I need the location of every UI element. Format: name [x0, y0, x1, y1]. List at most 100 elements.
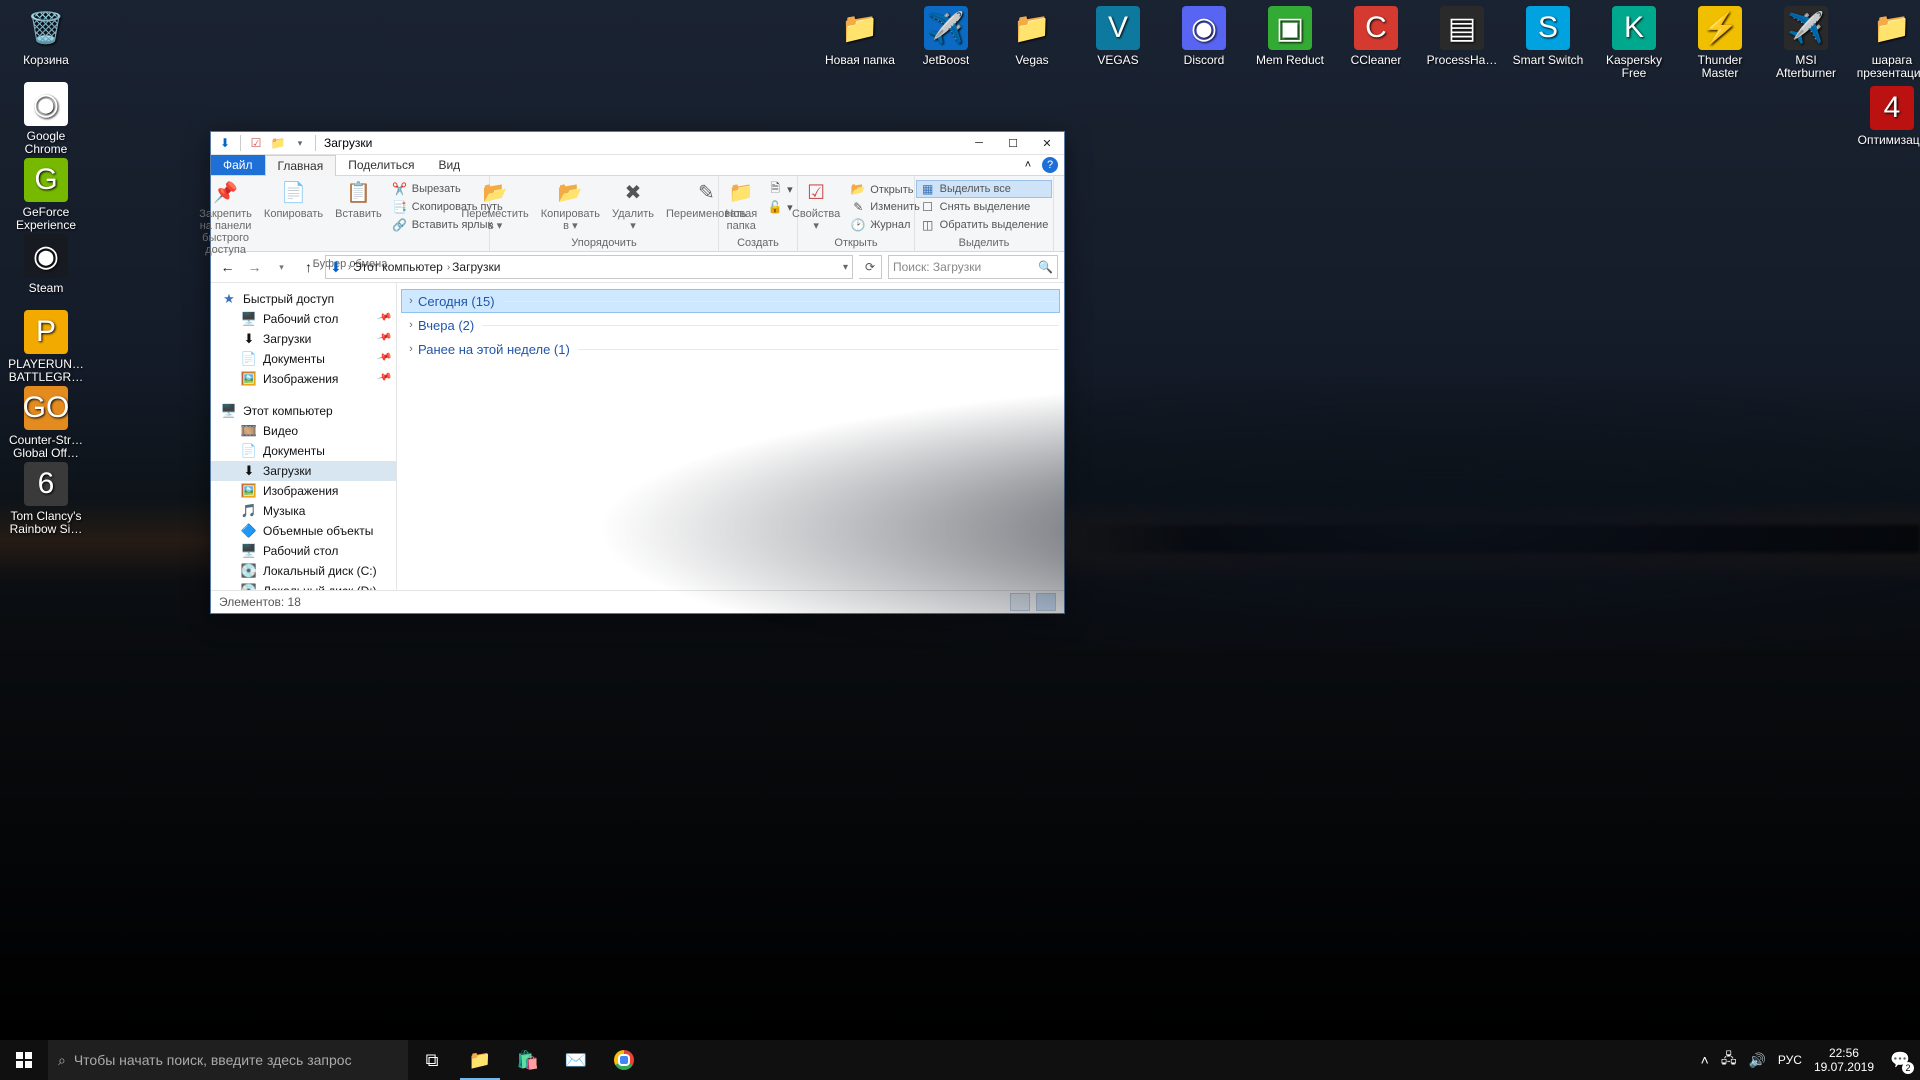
desktop-icon[interactable]: 4Оптимизаци: [1854, 86, 1920, 147]
taskbar-chrome-button[interactable]: [600, 1040, 648, 1080]
nav-item[interactable]: 💽Локальный диск (D:): [211, 581, 396, 590]
nav-forward-button[interactable]: →: [244, 257, 265, 278]
chevron-right-icon[interactable]: ›: [404, 295, 418, 307]
delete-button[interactable]: ✖Удалить ▾: [606, 178, 660, 234]
nav-item-label: Изображения: [263, 484, 338, 498]
move-to-button[interactable]: 📂Переместить в ▾: [455, 178, 534, 234]
pin-icon: 📌: [376, 330, 392, 346]
minimize-button[interactable]: ─: [962, 132, 996, 154]
help-icon[interactable]: ?: [1042, 157, 1058, 173]
tray-overflow-icon[interactable]: ˄: [1701, 1052, 1709, 1068]
crumb-this-pc[interactable]: Этот компьютер›: [353, 260, 450, 274]
notification-center-button[interactable]: 💬2: [1880, 1040, 1920, 1080]
copy-to-button[interactable]: 📂Копировать в ▾: [535, 178, 606, 234]
rename-icon: ✎: [691, 180, 721, 206]
navigation-pane[interactable]: ★ Быстрый доступ 🖥️Рабочий стол📌⬇Загрузк…: [211, 283, 397, 590]
nav-item[interactable]: 📄Документы📌: [211, 349, 396, 369]
tab-share[interactable]: Поделиться: [336, 155, 426, 175]
clock-time: 22:56: [1814, 1046, 1874, 1060]
system-tray[interactable]: ˄ 🖧 🔊 РУС 22:56 19.07.2019: [1701, 1040, 1880, 1080]
ribbon: 📌 Закрепить на панели быстрого доступа 📄…: [211, 176, 1064, 252]
tab-file[interactable]: Файл: [211, 155, 265, 175]
select-none-button[interactable]: ☐Снять выделение: [916, 198, 1053, 216]
tab-main[interactable]: Главная: [265, 155, 337, 176]
copy-path-icon: 📑: [392, 199, 408, 215]
content-group-header[interactable]: ›Сегодня (15): [401, 289, 1060, 313]
nav-this-pc[interactable]: 🖥️ Этот компьютер: [211, 401, 396, 421]
content-group-header[interactable]: ›Вчера (2): [401, 313, 1060, 337]
copy-button[interactable]: 📄 Копировать: [258, 178, 329, 222]
paste-button[interactable]: 📋 Вставить: [329, 178, 388, 222]
content-pane[interactable]: ›Сегодня (15)›Вчера (2)›Ранее на этой не…: [397, 283, 1064, 590]
shortcut-icon: 🔗: [392, 217, 408, 233]
chevron-right-icon[interactable]: ›: [404, 319, 418, 331]
taskbar-explorer-button[interactable]: 📁: [456, 1040, 504, 1080]
down-arrow-icon[interactable]: ⬇: [214, 132, 236, 154]
close-button[interactable]: ✕: [1030, 132, 1064, 154]
titlebar[interactable]: ⬇ ☑ 📁 ▾ Загрузки ─ ☐ ✕: [211, 132, 1064, 155]
nav-up-button[interactable]: ↑: [298, 257, 319, 278]
tray-volume-icon[interactable]: 🔊: [1748, 1052, 1765, 1069]
taskbar-store-button[interactable]: 🛍️: [504, 1040, 552, 1080]
nav-item-label: Загрузки: [263, 464, 311, 478]
tray-clock[interactable]: 22:56 19.07.2019: [1814, 1046, 1874, 1074]
nav-item-icon: 💽: [241, 563, 257, 579]
view-details-button[interactable]: [1010, 593, 1030, 611]
properties-icon: ☑: [801, 180, 831, 206]
taskbar-mail-button[interactable]: ✉️: [552, 1040, 600, 1080]
qa-folder-icon[interactable]: 📁: [267, 132, 289, 154]
nav-item-label: Локальный диск (C:): [263, 564, 377, 578]
nav-item-label: Видео: [263, 424, 298, 438]
group-label: Вчера (2): [418, 318, 474, 333]
select-none-icon: ☐: [920, 199, 936, 215]
address-dropdown-icon[interactable]: ▾: [843, 262, 848, 273]
desktop-icon-label: Оптимизаци: [1858, 134, 1920, 147]
crumb-downloads[interactable]: Загрузки: [452, 260, 500, 274]
task-view-button[interactable]: ⧉: [408, 1040, 456, 1080]
qa-dropdown-icon[interactable]: ▾: [289, 132, 311, 154]
qa-properties-icon[interactable]: ☑: [245, 132, 267, 154]
ribbon-collapse-icon[interactable]: ˄: [1020, 157, 1036, 173]
nav-item[interactable]: 🔷Объемные объекты: [211, 521, 396, 541]
tab-view[interactable]: Вид: [426, 155, 472, 175]
new-folder-button[interactable]: 📁Новая папка: [719, 178, 763, 234]
desktop-icon[interactable]: 6Tom Clancy's Rainbow Si…: [8, 462, 84, 536]
maximize-button[interactable]: ☐: [996, 132, 1030, 154]
desktop-icon-label: Counter-Str… Global Off…: [8, 434, 84, 460]
nav-item[interactable]: 💽 Локальный диск (C:): [211, 561, 396, 581]
start-button[interactable]: [0, 1040, 48, 1080]
nav-item[interactable]: 🖼️Изображения: [211, 481, 396, 501]
nav-quick-access[interactable]: ★ Быстрый доступ: [211, 289, 396, 309]
star-icon: ★: [221, 291, 237, 307]
taskbar: ⌕ Чтобы начать поиск, введите здесь запр…: [0, 1040, 1920, 1080]
address-bar[interactable]: ⬇ › Этот компьютер› Загрузки ▾: [325, 255, 853, 279]
search-input[interactable]: Поиск: Загрузки 🔍: [888, 255, 1058, 279]
desktop-icon[interactable]: GO Counter-Str… Global Off…: [8, 386, 84, 460]
nav-item[interactable]: ⬇Загрузки: [211, 461, 396, 481]
taskbar-search-input[interactable]: ⌕ Чтобы начать поиск, введите здесь запр…: [48, 1040, 408, 1080]
content-group-header[interactable]: ›Ранее на этой неделе (1): [401, 337, 1060, 361]
refresh-button[interactable]: ⟳: [859, 255, 882, 279]
delete-icon: ✖: [618, 180, 648, 206]
chevron-right-icon[interactable]: ›: [404, 343, 418, 355]
nav-item[interactable]: ⬇Загрузки📌: [211, 329, 396, 349]
nav-item[interactable]: 🎵Музыка: [211, 501, 396, 521]
nav-item-icon: 🔷: [241, 523, 257, 539]
select-all-button[interactable]: ▦Выделить все: [916, 180, 1053, 198]
nav-item[interactable]: 📄Документы: [211, 441, 396, 461]
pin-icon: 📌: [211, 180, 241, 206]
nav-item[interactable]: 🖥️Рабочий стол: [211, 541, 396, 561]
properties-button[interactable]: ☑Свойства ▾: [786, 178, 846, 234]
view-large-button[interactable]: [1036, 593, 1056, 611]
tray-network-icon[interactable]: 🖧: [1721, 1048, 1737, 1072]
nav-item[interactable]: 🖥️Рабочий стол📌: [211, 309, 396, 329]
pin-quick-access-button[interactable]: 📌 Закрепить на панели быстрого доступа: [193, 178, 258, 258]
invert-selection-button[interactable]: ◫Обратить выделение: [916, 216, 1053, 234]
invert-icon: ◫: [920, 217, 936, 233]
nav-item[interactable]: 🎞️Видео: [211, 421, 396, 441]
tray-language[interactable]: РУС: [1778, 1053, 1802, 1067]
nav-item[interactable]: 🖼️Изображения📌: [211, 369, 396, 389]
nav-recent-button[interactable]: ▾: [271, 257, 292, 278]
app-icon: GO: [24, 386, 68, 430]
nav-back-button[interactable]: ←: [217, 257, 238, 278]
